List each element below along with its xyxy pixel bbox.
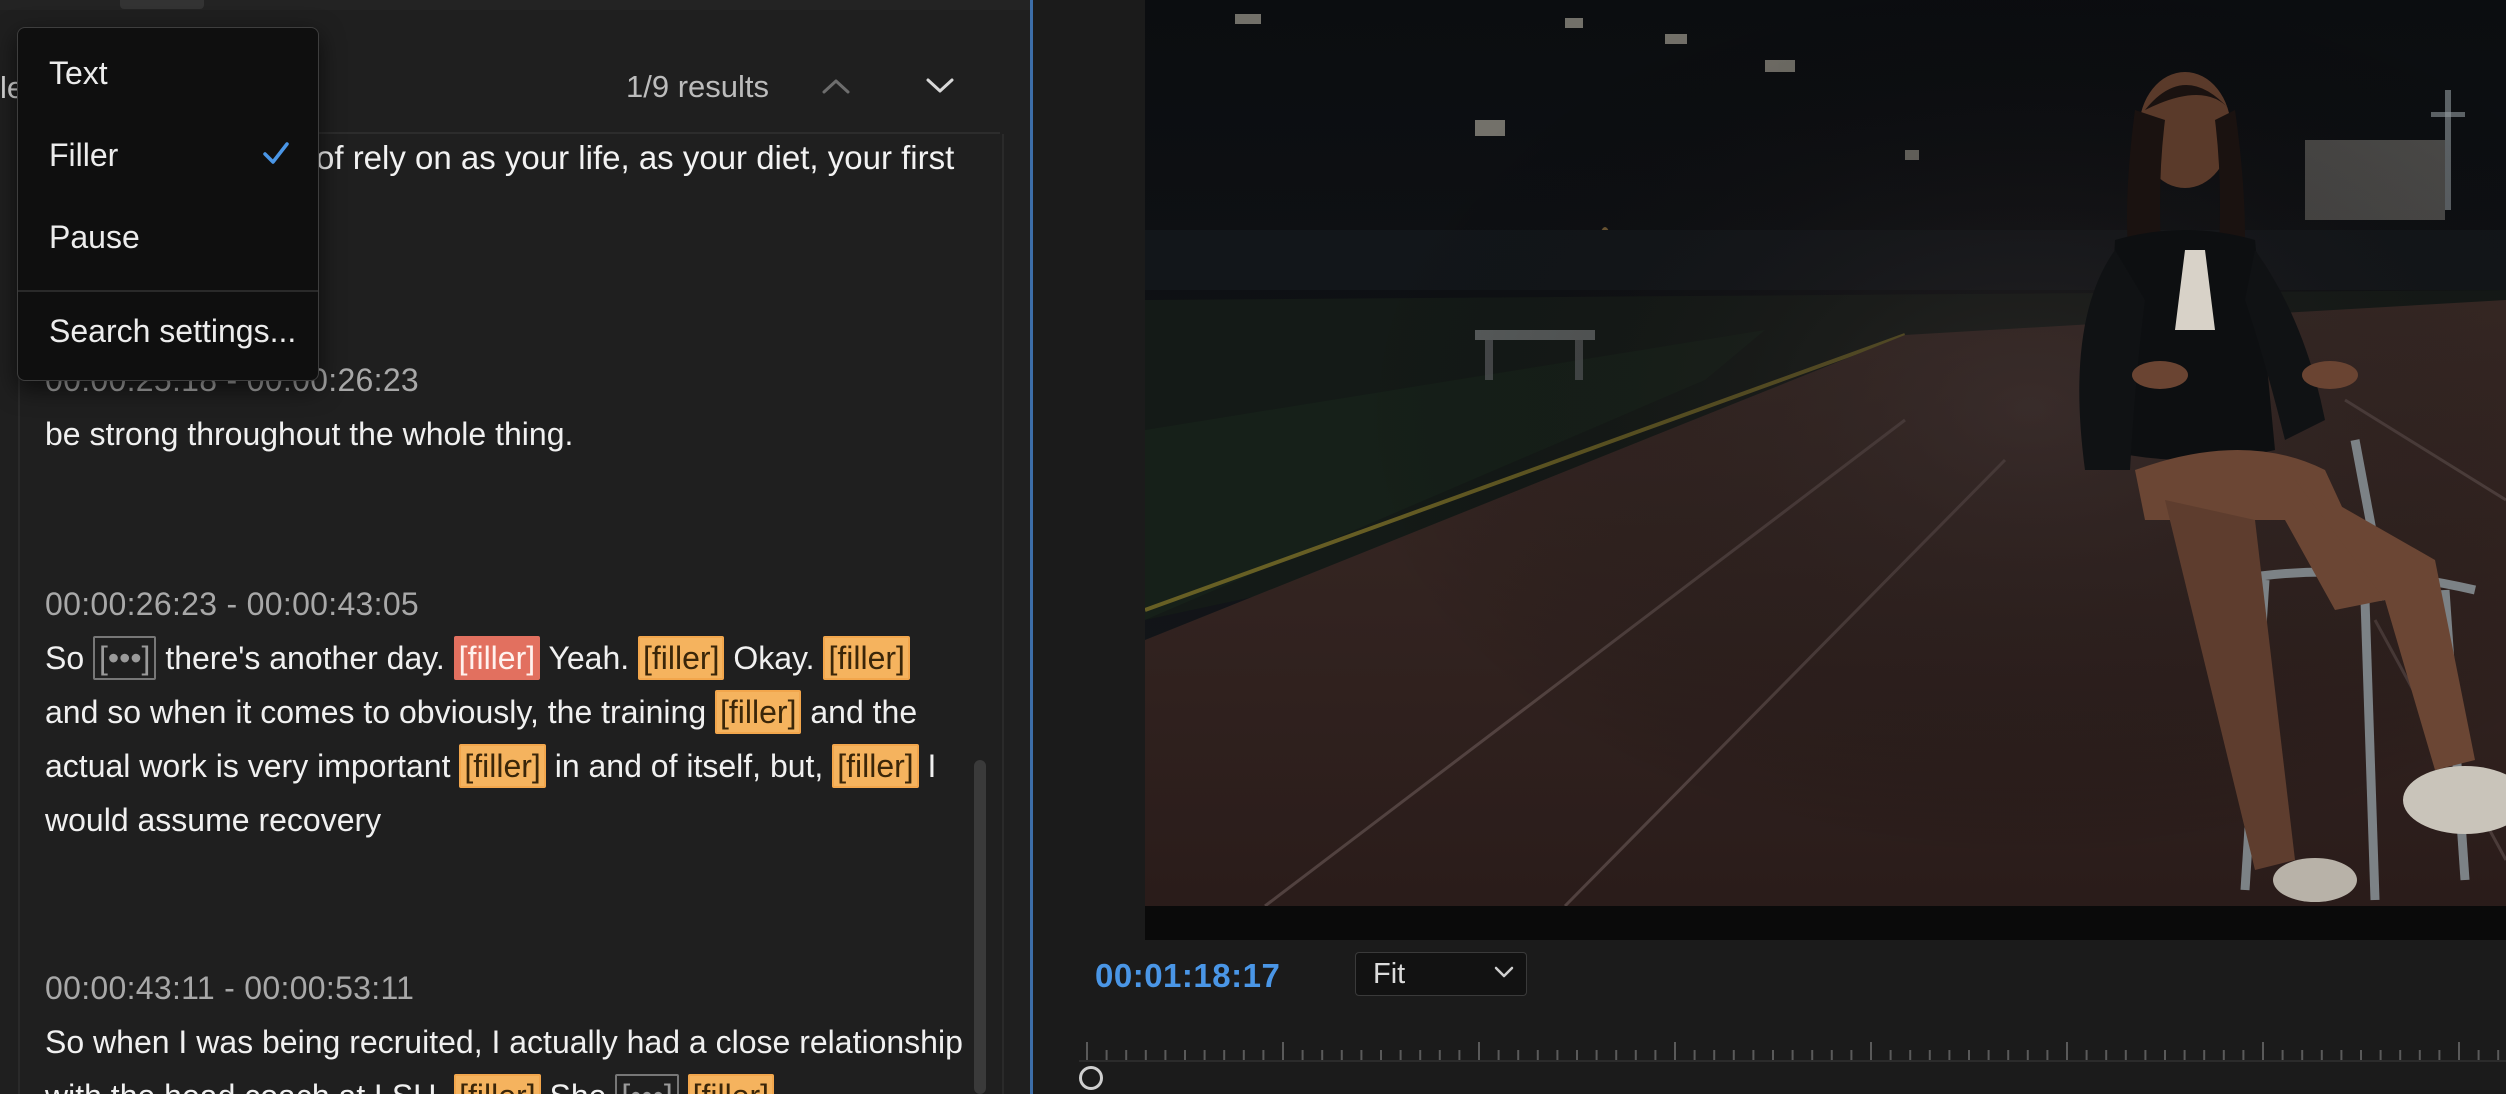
transcript-word-run: and so when it comes to obviously, the t… [45,694,715,730]
video-frame-image [1145,0,2506,906]
dropdown-item-search-settings[interactable]: Search settings... [18,296,318,366]
transcript-word-run: She [541,1078,616,1094]
transcript-word-run: Yeah. [540,640,639,676]
dropdown-item-label: Search settings... [49,312,297,349]
video-preview[interactable] [1145,0,2506,906]
chevron-up-icon [822,79,850,94]
filler-tag[interactable]: [filler] [715,690,802,734]
dropdown-item-text[interactable]: Text [18,38,318,108]
search-type-dropdown: Text Filler Pause Search settings... [17,27,319,381]
dropdown-divider [18,290,318,292]
previous-result-button[interactable] [814,64,858,108]
transcript-segment: 00:00:43:11 - 00:00:53:11 So when I was … [45,970,965,1094]
zoom-fit-label: Fit [1373,957,1406,990]
checkmark-icon [263,142,289,164]
ruler-ticks [1086,1042,2500,1060]
dropdown-item-label: Text [49,54,108,91]
filler-tag[interactable]: [filler] [459,744,546,788]
chevron-down-icon [1494,966,1514,978]
transcript-panel: le 1/9 results of rely on as your life, … [0,0,1030,1094]
filler-tag[interactable]: [filler] [454,1074,541,1094]
dropdown-item-filler[interactable]: Filler [18,120,318,190]
panel-tab[interactable] [120,0,204,9]
segment-text[interactable]: be strong throughout the whole thing. [45,407,965,461]
timeline-ruler[interactable] [1079,1040,2506,1094]
zoom-fit-select[interactable]: Fit [1355,952,1527,996]
transcript-word-run: there's another day. [156,640,454,676]
search-results-count: 1/9 results [626,69,770,104]
filler-tag-active[interactable]: [filler] [453,636,541,680]
segment-timestamp[interactable]: 00:00:43:11 - 00:00:53:11 [45,970,965,1007]
program-monitor: 00:01:18:17 Fit [1033,0,2506,1094]
filler-tag[interactable]: [filler] [638,636,725,680]
transcript-partial-line[interactable]: of rely on as your life, as your diet, y… [316,139,954,177]
segment-text[interactable]: So when I was being recruited, I actuall… [45,1015,965,1094]
transcript-word-run: Okay. [724,640,824,676]
filler-tag[interactable]: [filler] [687,1074,775,1094]
transcript-word-run [679,1078,688,1094]
video-letterbox [1145,906,2506,940]
filler-tag[interactable]: [filler] [832,744,919,788]
pause-tag[interactable]: [•••] [615,1074,679,1094]
pause-tag[interactable]: [•••] [93,636,157,680]
transcript-word-run: in and of itself, but, [545,748,833,784]
playhead-timecode[interactable]: 00:01:18:17 [1095,957,1280,995]
chevron-down-icon [926,78,954,93]
segment-text[interactable]: So [•••] there's another day. [filler] Y… [45,631,965,847]
transcript-word-run: So [45,640,94,676]
transcript-scrollbar[interactable] [974,760,986,1094]
transcript-segment: 00:00:26:23 - 00:00:43:05 So [•••] there… [45,586,965,847]
dropdown-item-label: Filler [49,136,119,173]
next-result-button[interactable] [918,64,962,108]
dropdown-item-pause[interactable]: Pause [18,202,318,272]
dropdown-item-label: Pause [49,218,140,255]
segment-timestamp[interactable]: 00:00:26:23 - 00:00:43:05 [45,586,965,623]
filler-tag[interactable]: [filler] [823,636,910,680]
playhead-handle[interactable] [1079,1066,1103,1090]
